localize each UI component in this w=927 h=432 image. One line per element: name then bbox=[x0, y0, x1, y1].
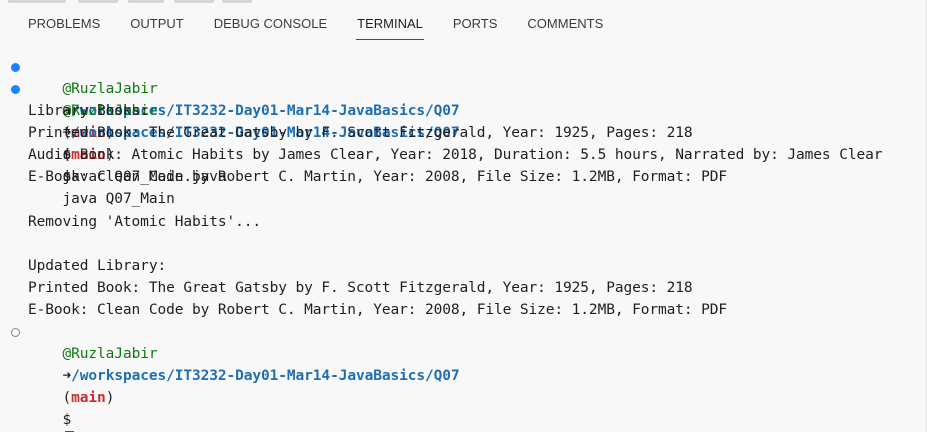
output-line: E-Book: Clean Code by Robert C. Martin, … bbox=[28, 302, 728, 318]
prompt-user: @RuzlaJabir bbox=[62, 346, 158, 362]
command-pending-decoration-icon[interactable] bbox=[11, 328, 20, 337]
panel-tab-bar: PROBLEMS OUTPUT DEBUG CONSOLE TERMINAL P… bbox=[0, 0, 927, 40]
tab-comments[interactable]: COMMENTS bbox=[527, 0, 603, 40]
command-text: java Q07_Main bbox=[62, 191, 175, 207]
tab-debug-console[interactable]: DEBUG CONSOLE bbox=[214, 0, 327, 40]
command-success-decoration-icon[interactable] bbox=[11, 85, 20, 94]
terminal-area[interactable]: @RuzlaJabir ➜/workspaces/IT3232-Day01-Ma… bbox=[0, 56, 927, 432]
prompt-symbol: $ bbox=[62, 412, 72, 428]
output-line: Updated Library: bbox=[28, 258, 167, 274]
prompt-path: /workspaces/IT3232-Day01-Mar14-JavaBasic… bbox=[71, 368, 460, 384]
command-success-decoration-icon[interactable] bbox=[11, 63, 20, 72]
command-line: @RuzlaJabir ➜/workspaces/IT3232-Day01-Ma… bbox=[62, 81, 460, 185]
tab-problems[interactable]: PROBLEMS bbox=[28, 0, 100, 40]
output-line: Library Books: bbox=[28, 103, 149, 119]
output-line: Audio Book: Atomic Habits by James Clear… bbox=[28, 147, 883, 163]
prompt-branch: main bbox=[71, 390, 106, 406]
output-line: Removing 'Atomic Habits'... bbox=[28, 214, 262, 230]
tab-ports[interactable]: PORTS bbox=[453, 0, 498, 40]
output-line: Printed Book: The Great Gatsby by F. Sco… bbox=[28, 280, 693, 296]
output-line: Printed Book: The Great Gatsby by F. Sco… bbox=[28, 125, 693, 141]
command-line: @RuzlaJabir ➜/workspaces/IT3232-Day01-Ma… bbox=[62, 103, 460, 207]
tab-terminal[interactable]: TERMINAL bbox=[356, 0, 424, 40]
prompt-arrow-icon: ➜ bbox=[62, 368, 72, 384]
tab-output[interactable]: OUTPUT bbox=[130, 0, 183, 40]
current-prompt-line[interactable]: @RuzlaJabir ➜/workspaces/IT3232-Day01-Ma… bbox=[28, 321, 460, 432]
output-line: E-Book: Clean Code by Robert C. Martin, … bbox=[28, 169, 728, 185]
